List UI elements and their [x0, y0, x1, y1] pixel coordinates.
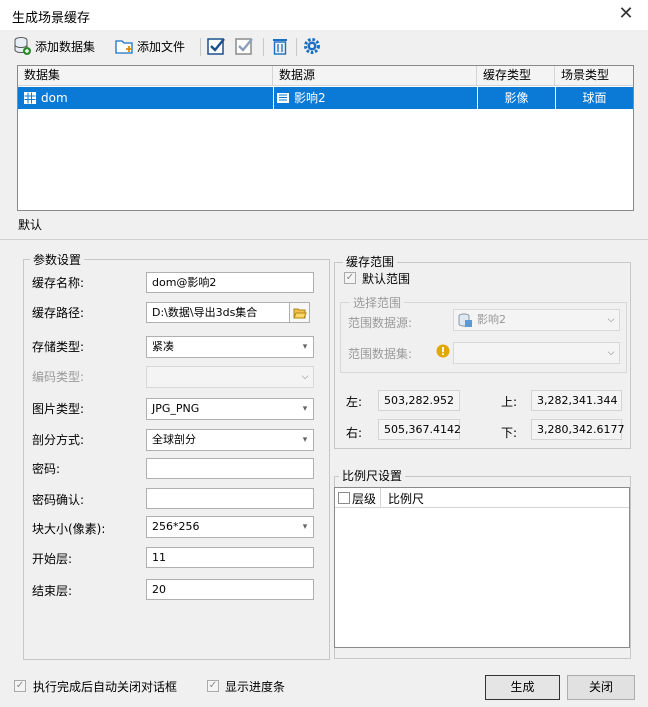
add-dataset-label: 添加数据集	[35, 39, 96, 54]
select-all-levels-checkbox[interactable]	[338, 492, 350, 504]
cell-scene-type: 球面	[555, 87, 633, 109]
title-bar: 生成场景缓存 ✕	[0, 0, 648, 30]
range-datasource-label: 范围数据源:	[348, 316, 413, 330]
table-row[interactable]: dom 影响2 影像 球面	[18, 87, 633, 109]
bottom-label: 下:	[501, 426, 518, 440]
image-type-select[interactable]: JPG_PNG ▾	[146, 398, 314, 420]
range-dataset-label: 范围数据集:	[348, 347, 413, 361]
toolbar-separator	[263, 38, 264, 56]
toolbar-separator	[200, 38, 201, 56]
invert-select-button[interactable]	[234, 35, 254, 57]
password-label: 密码:	[32, 462, 61, 476]
auto-close-checkbox[interactable]: ✓	[14, 680, 26, 692]
scale-grid-header: 层级 比例尺	[335, 488, 629, 508]
add-dataset-button[interactable]: 添加数据集	[12, 35, 95, 57]
window-title: 生成场景缓存	[12, 11, 91, 26]
cache-path-input[interactable]: D:\数据\导出3ds集合	[146, 302, 290, 323]
tab-default[interactable]: 默认	[18, 216, 42, 233]
browse-button[interactable]	[289, 302, 310, 323]
image-type-label: 图片类型:	[32, 402, 85, 416]
folder-open-icon	[292, 308, 307, 318]
col-datasource[interactable]: 数据源	[273, 66, 477, 86]
toolbar-separator	[296, 38, 297, 56]
chevron-down-icon: ▾	[302, 404, 308, 414]
gear-icon	[304, 38, 320, 54]
bottom-value[interactable]: 3,280,342.6177	[531, 419, 624, 440]
col-scene-type[interactable]: 场景类型	[555, 66, 633, 86]
tab-divider	[0, 239, 648, 240]
generate-button[interactable]: 生成	[485, 675, 560, 700]
default-extent-checkbox[interactable]: ✓	[344, 272, 356, 284]
default-extent-label: 默认范围	[362, 272, 411, 286]
start-level-input[interactable]: 11	[146, 547, 314, 568]
col-level[interactable]: 层级	[352, 490, 376, 507]
scale-group-title: 比例尺设置	[339, 467, 406, 484]
database-icon	[14, 37, 31, 55]
chevron-down-icon: ▾	[302, 342, 308, 352]
warning-icon	[436, 344, 450, 358]
col-cache-type[interactable]: 缓存类型	[477, 66, 555, 86]
toolbar: 添加数据集 添加文件	[0, 30, 648, 62]
cell-dataset: dom	[24, 87, 68, 109]
grid-header: 数据集 数据源 缓存类型 场景类型	[18, 66, 633, 86]
password-confirm-input[interactable]	[146, 488, 314, 509]
add-file-button[interactable]: 添加文件	[114, 35, 185, 57]
checkbox-checked-gray-icon	[235, 38, 253, 55]
top-label: 上:	[501, 395, 518, 409]
add-file-label: 添加文件	[137, 39, 186, 54]
col-scale[interactable]: 比例尺	[388, 490, 424, 507]
end-level-input[interactable]: 20	[146, 579, 314, 600]
datasource-icon	[277, 93, 289, 103]
storage-type-label: 存储类型:	[32, 340, 85, 354]
range-datasource-select[interactable]: 影响2 ⌵	[453, 309, 620, 331]
cell-cache-type: 影像	[477, 87, 555, 109]
storage-type-select[interactable]: 紧凑 ▾	[146, 336, 314, 358]
cell-datasource: 影响2	[273, 87, 326, 109]
col-divider	[380, 488, 381, 507]
cache-path-label: 缓存路径:	[32, 306, 85, 320]
datasource-icon	[458, 313, 472, 327]
start-level-label: 开始层:	[32, 552, 73, 566]
range-dataset-select[interactable]: ⌵	[453, 342, 620, 364]
encode-type-select[interactable]: ⌵	[146, 366, 314, 388]
col-dataset[interactable]: 数据集	[18, 66, 273, 86]
chevron-down-icon: ⌵	[301, 372, 309, 382]
tiling-label: 剖分方式:	[32, 433, 85, 447]
show-progress-checkbox[interactable]: ✓	[207, 680, 219, 692]
top-value[interactable]: 3,282,341.344	[531, 390, 622, 411]
extent-group-title: 缓存范围	[343, 253, 398, 270]
right-value[interactable]: 505,367.4142	[378, 419, 461, 440]
trash-icon	[273, 39, 287, 55]
checkbox-checked-icon	[207, 38, 225, 55]
tiling-select[interactable]: 全球剖分 ▾	[146, 429, 314, 451]
password-input[interactable]	[146, 458, 314, 479]
grid-dataset-icon	[24, 92, 36, 104]
right-label: 右:	[346, 426, 363, 440]
scale-grid: 层级 比例尺	[334, 487, 630, 648]
tile-size-select[interactable]: 256*256 ▾	[146, 516, 314, 538]
dataset-grid: 数据集 数据源 缓存类型 场景类型 dom 影响2 影像 球面	[17, 65, 634, 211]
select-all-button[interactable]	[206, 35, 226, 57]
settings-button[interactable]	[302, 35, 322, 57]
add-file-icon	[115, 40, 133, 54]
cache-name-input[interactable]: dom@影响2	[146, 272, 314, 293]
left-value[interactable]: 503,282.952	[378, 390, 460, 411]
left-label: 左:	[346, 395, 363, 409]
encode-type-label: 编码类型:	[32, 370, 85, 384]
close-icon[interactable]: ✕	[617, 4, 635, 24]
delete-button[interactable]	[270, 35, 290, 57]
cache-name-label: 缓存名称:	[32, 276, 85, 290]
tile-size-label: 块大小(像素):	[32, 522, 106, 536]
chevron-down-icon: ⌵	[607, 315, 615, 325]
params-group-title: 参数设置	[30, 251, 85, 268]
chevron-down-icon: ▾	[302, 522, 308, 532]
chevron-down-icon: ▾	[302, 435, 308, 445]
chevron-down-icon: ⌵	[607, 348, 615, 358]
end-level-label: 结束层:	[32, 584, 73, 598]
select-extent-title: 选择范围	[350, 294, 405, 311]
password-confirm-label: 密码确认:	[32, 493, 85, 507]
auto-close-label: 执行完成后自动关闭对话框	[33, 680, 178, 694]
show-progress-label: 显示进度条	[225, 680, 286, 694]
close-button[interactable]: 关闭	[567, 675, 635, 700]
